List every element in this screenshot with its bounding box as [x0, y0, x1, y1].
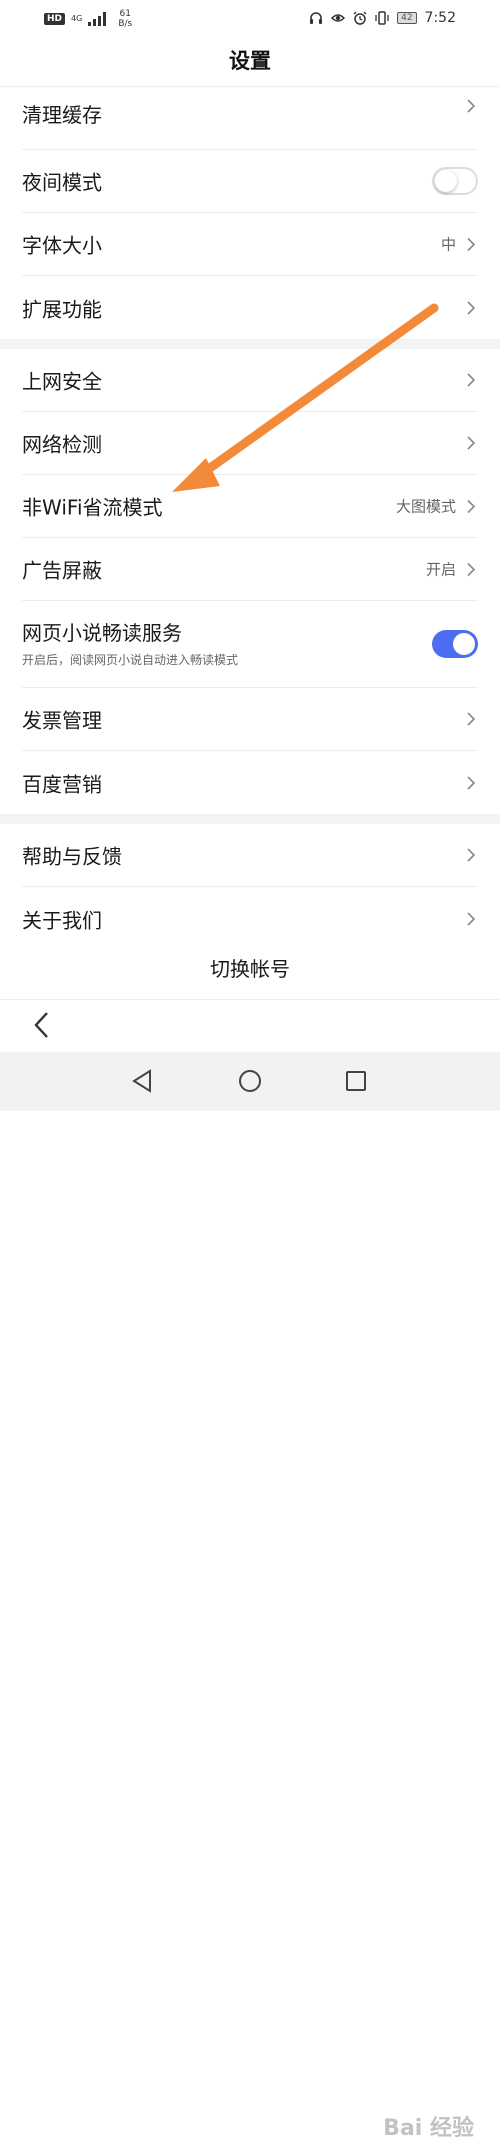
chevron-right-icon [467, 237, 476, 251]
nav-home-icon[interactable] [236, 1067, 264, 1095]
signal-icon [88, 12, 107, 26]
net-speed: 61 B/s [118, 9, 132, 29]
setting-sublabel: 开启后，阅读网页小说自动进入畅读模式 [22, 653, 239, 667]
section-divider [0, 339, 500, 349]
setting-label: 非WiFi省流模式 [22, 495, 163, 520]
chevron-right-icon [467, 436, 476, 450]
section-divider [0, 814, 500, 824]
night-mode-toggle[interactable] [432, 167, 478, 195]
setting-novel-reader[interactable]: 网页小说畅读服务 开启后，阅读网页小说自动进入畅读模式 [22, 601, 478, 688]
setting-label: 夜间模式 [22, 170, 102, 195]
setting-label: 关于我们 [22, 908, 102, 932]
setting-label: 清理缓存 [22, 103, 102, 127]
chevron-right-icon [467, 99, 476, 113]
setting-clear-cache[interactable]: 清理缓存 [22, 87, 478, 150]
setting-label: 百度营销 [22, 772, 102, 796]
status-bar: HD 4G 61 B/s 42 7:52 [0, 0, 500, 36]
switch-account-button[interactable]: 切换帐号 [0, 939, 500, 1000]
setting-label: 网络检测 [22, 432, 102, 457]
font-size-value: 中 [440, 235, 456, 254]
watermark-logo: Bai 经验 [383, 2116, 474, 2141]
chevron-right-icon [467, 373, 476, 387]
setting-label: 帮助与反馈 [22, 844, 122, 869]
setting-baidu-marketing[interactable]: 百度营销 [22, 751, 478, 814]
chevron-right-icon [467, 300, 476, 315]
headphones-icon [310, 12, 323, 24]
setting-label: 发票管理 [22, 708, 102, 733]
nav-recents-icon[interactable] [342, 1067, 370, 1095]
setting-invoice[interactable]: 发票管理 [22, 688, 478, 751]
setting-label: 上网安全 [22, 369, 102, 394]
chevron-right-icon [467, 499, 476, 513]
setting-label: 网页小说畅读服务 [22, 621, 182, 645]
chevron-right-icon [467, 562, 476, 576]
bottom-toolbar [0, 1000, 500, 1052]
setting-night-mode[interactable]: 夜间模式 [22, 150, 478, 213]
novel-reader-toggle[interactable] [432, 630, 478, 658]
setting-extensions[interactable]: 扩展功能 [22, 276, 478, 339]
non-wifi-mode-value: 大图模式 [395, 497, 456, 516]
chevron-right-icon [467, 911, 476, 926]
setting-non-wifi-saving[interactable]: 非WiFi省流模式 大图模式 [22, 475, 478, 538]
alarm-icon [353, 11, 367, 25]
setting-ad-block[interactable]: 广告屏蔽 开启 [22, 538, 478, 601]
network-type: 4G [71, 14, 83, 23]
setting-web-security[interactable]: 上网安全 [22, 349, 478, 412]
setting-help-feedback[interactable]: 帮助与反馈 [22, 824, 478, 887]
chevron-right-icon [467, 712, 476, 726]
eye-icon [331, 14, 346, 22]
chevron-right-icon [467, 775, 476, 790]
setting-label: 广告屏蔽 [22, 558, 102, 583]
chevron-right-icon [467, 848, 476, 862]
setting-network-check[interactable]: 网络检测 [22, 412, 478, 475]
system-nav-bar: Bai 经验 [0, 1052, 500, 2141]
setting-label: 扩展功能 [22, 297, 102, 321]
setting-font-size[interactable]: 字体大小 中 [22, 213, 478, 276]
clock: 7:52 [424, 10, 456, 26]
vibrate-icon [375, 11, 389, 25]
settings-list: 清理缓存 夜间模式 字体大小 中 扩展功能 上网安全 网络检测 非WiFi省流模… [0, 87, 500, 958]
setting-label: 字体大小 [22, 233, 102, 258]
battery-icon: 42 [397, 12, 417, 24]
page-title: 设置 [0, 36, 500, 87]
nav-back-icon[interactable] [128, 1067, 156, 1095]
net-speed-value: 61 [119, 9, 131, 19]
hd-badge: HD [44, 13, 66, 25]
ad-block-value: 开启 [425, 560, 456, 579]
net-speed-unit: B/s [118, 19, 133, 29]
back-arrow-icon[interactable] [28, 1010, 58, 1040]
